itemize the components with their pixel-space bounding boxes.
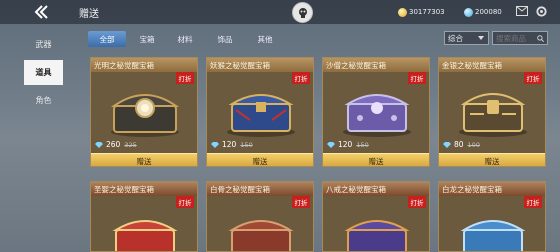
original-price: 150 — [356, 140, 369, 149]
current-price: 80 — [454, 140, 464, 149]
gift-button[interactable]: 赠送 — [207, 153, 313, 166]
diamond-balance: 200080 — [464, 5, 502, 19]
sidebar-item-label: 武器 — [35, 40, 52, 49]
tab-label: 材料 — [177, 34, 193, 44]
back-button[interactable] — [30, 3, 52, 21]
original-price: 100 — [467, 140, 480, 149]
gear-icon[interactable] — [535, 5, 548, 18]
sidebar-item-weapons[interactable]: 武器 — [24, 32, 63, 57]
current-price: 120 — [338, 140, 353, 149]
sidebar-item-label: 道具 — [35, 68, 52, 77]
bone-chest-image — [228, 220, 294, 251]
tab-accessory[interactable]: 饰品 — [214, 31, 236, 47]
product-name: 沙僧之秘觉醒宝箱 — [326, 61, 386, 70]
product-card[interactable]: 白骨之秘觉醒宝箱 打折 — [206, 181, 314, 252]
product-name: 妖猴之秘觉醒宝箱 — [210, 61, 270, 70]
price: 80 100 — [443, 140, 480, 149]
tab-label: 饰品 — [217, 34, 233, 44]
original-price: 150 — [240, 140, 253, 149]
sidebar-item-characters[interactable]: 角色 — [24, 88, 63, 113]
tab-label: 全部 — [99, 34, 115, 44]
diamond-amount: 200080 — [475, 8, 502, 16]
sidebar-item-props[interactable]: 道具 — [24, 60, 63, 85]
coin-icon — [398, 7, 407, 17]
price: 120 150 — [327, 140, 369, 149]
search-box — [492, 31, 548, 45]
gem-icon — [443, 141, 451, 148]
product-name: 白龙之秘觉醒宝箱 — [442, 185, 502, 194]
skull-logo-icon — [292, 2, 313, 23]
product-card[interactable]: 光明之秘觉醒宝箱 打折 260 325 赠送 — [90, 57, 198, 167]
search-input[interactable] — [496, 33, 542, 43]
sort-caret-icon — [478, 36, 484, 40]
tab-all[interactable]: 全部 — [88, 31, 126, 47]
gem-icon — [327, 141, 335, 148]
top-bar: 赠送 30177303 200080 — [0, 0, 560, 24]
red-boy-chest-image — [112, 220, 178, 251]
gem-icon — [211, 141, 219, 148]
price: 260 325 — [95, 140, 137, 149]
price: 120 150 — [211, 140, 253, 149]
tab-label: 其他 — [257, 34, 273, 44]
gift-button[interactable]: 赠送 — [439, 153, 545, 166]
product-name: 光明之秘觉醒宝箱 — [94, 61, 154, 70]
pig-chest-image — [344, 220, 410, 251]
gift-button[interactable]: 赠送 — [323, 153, 429, 166]
original-price: 325 — [124, 140, 137, 149]
page-title: 赠送 — [79, 9, 99, 20]
product-card[interactable]: 金银之秘觉醒宝箱 打折 80 100 赠送 — [438, 57, 546, 167]
tab-label: 宝箱 — [139, 34, 155, 44]
monkey-chest-image — [227, 94, 295, 137]
gem-icon — [95, 141, 103, 148]
light-chest-image — [110, 94, 180, 137]
product-card[interactable]: 圣婴之秘觉醒宝箱 打折 — [90, 181, 198, 252]
tab-chest[interactable]: 宝箱 — [136, 31, 158, 47]
search-icon[interactable] — [537, 35, 544, 42]
tab-other[interactable]: 其他 — [254, 31, 276, 47]
back-arrow-icon — [34, 5, 48, 19]
diamond-icon — [464, 7, 473, 17]
sand-monk-chest-image — [343, 94, 411, 137]
product-card[interactable]: 妖猴之秘觉醒宝箱 打折 120 150 赠送 — [206, 57, 314, 167]
sort-value: 综合 — [448, 33, 463, 43]
current-price: 260 — [106, 140, 121, 149]
product-card[interactable]: 沙僧之秘觉醒宝箱 打折 120 150 赠送 — [322, 57, 430, 167]
sidebar-item-label: 角色 — [35, 96, 52, 105]
white-dragon-chest-image — [460, 220, 526, 251]
mail-icon[interactable] — [516, 6, 528, 16]
product-name: 白骨之秘觉醒宝箱 — [210, 185, 270, 194]
product-card[interactable]: 八戒之秘觉醒宝箱 打折 — [322, 181, 430, 252]
gift-button[interactable]: 赠送 — [91, 153, 197, 166]
sort-dropdown[interactable]: 综合 — [444, 31, 489, 45]
product-name: 八戒之秘觉醒宝箱 — [326, 185, 386, 194]
category-sidebar: 武器 道具 角色 — [24, 24, 63, 252]
coin-balance: 30177303 — [398, 5, 445, 19]
gold-silver-chest-image — [459, 93, 527, 137]
tab-material[interactable]: 材料 — [174, 31, 196, 47]
product-name: 金银之秘觉醒宝箱 — [442, 61, 502, 70]
product-card[interactable]: 白龙之秘觉醒宝箱 打折 — [438, 181, 546, 252]
product-name: 圣婴之秘觉醒宝箱 — [94, 185, 154, 194]
current-price: 120 — [222, 140, 237, 149]
coin-amount: 30177303 — [409, 8, 445, 16]
